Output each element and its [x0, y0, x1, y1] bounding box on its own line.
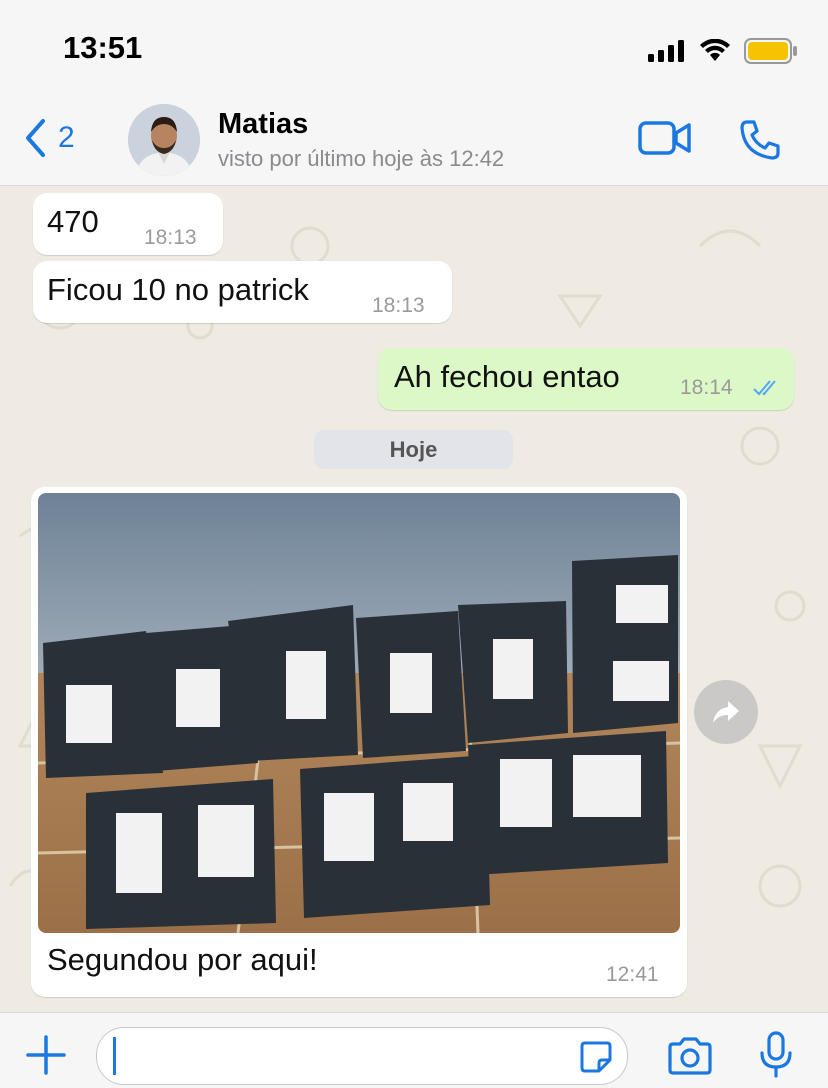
- signal-icon: [648, 40, 684, 62]
- wifi-icon: [700, 39, 730, 61]
- chat-area[interactable]: 470 18:13 Ficou 10 no patrick 18:13 Ah f…: [0, 186, 828, 1012]
- plus-icon: [26, 1035, 66, 1075]
- attach-button[interactable]: [26, 1035, 66, 1080]
- phone-icon: [740, 120, 780, 160]
- message-text: Ah fechou entao: [394, 359, 620, 394]
- message-time: 18:13: [144, 226, 197, 249]
- battery-icon: [744, 38, 797, 64]
- message-time: 18:14: [680, 376, 733, 399]
- avatar[interactable]: [128, 104, 200, 176]
- unread-count: 2: [58, 121, 75, 154]
- camera-icon: [668, 1037, 712, 1075]
- back-button[interactable]: 2: [24, 118, 75, 158]
- chat-header: 2 Matias visto por último hoje às 12:42: [0, 98, 828, 186]
- microphone-icon: [760, 1031, 792, 1078]
- message-bubble-incoming[interactable]: 470 18:13: [33, 193, 223, 255]
- message-bubble-outgoing[interactable]: Ah fechou entao 18:14: [378, 348, 794, 410]
- text-cursor: [113, 1037, 116, 1075]
- message-time: 12:41: [606, 963, 659, 986]
- status-bar: 13:51: [0, 0, 828, 98]
- voice-call-button[interactable]: [738, 118, 782, 167]
- sticker-button[interactable]: [579, 1040, 613, 1079]
- message-input-bar: [0, 1012, 828, 1088]
- message-bubble-incoming[interactable]: Ficou 10 no patrick 18:13: [33, 261, 452, 323]
- avatar-photo: [128, 104, 200, 176]
- status-time: 13:51: [63, 30, 143, 65]
- packages-photo-image: [38, 493, 680, 933]
- image-caption: Segundou por aqui!: [47, 942, 318, 977]
- status-icons: [648, 38, 798, 64]
- message-text: Ficou 10 no patrick: [47, 272, 309, 307]
- message-input[interactable]: [96, 1027, 628, 1085]
- message-time: 18:13: [372, 294, 425, 317]
- forward-arrow-icon: [713, 701, 739, 723]
- sticker-icon: [580, 1041, 612, 1073]
- video-call-button[interactable]: [638, 120, 692, 161]
- date-separator: Hoje: [314, 430, 513, 469]
- back-chevron-icon: [26, 119, 45, 157]
- camera-button[interactable]: [666, 1037, 714, 1080]
- message-text: 470: [47, 204, 99, 239]
- read-receipt-icon: [753, 380, 776, 396]
- forward-button[interactable]: [694, 680, 758, 744]
- contact-name[interactable]: Matias: [218, 108, 308, 141]
- packages-photo[interactable]: [38, 493, 680, 933]
- last-seen-status: visto por último hoje às 12:42: [218, 146, 505, 171]
- microphone-button[interactable]: [758, 1031, 794, 1084]
- video-call-icon: [638, 121, 691, 155]
